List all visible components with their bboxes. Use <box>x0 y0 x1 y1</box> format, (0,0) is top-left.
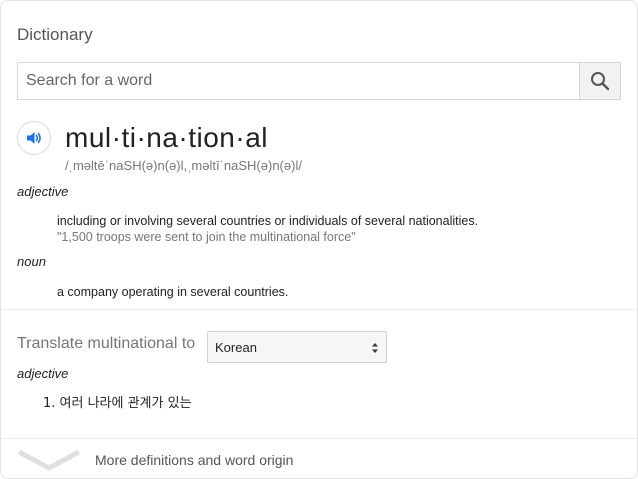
expand-chevron-icon[interactable] <box>17 448 81 472</box>
more-definitions-link[interactable]: More definitions and word origin <box>95 452 293 468</box>
section-divider <box>1 309 638 310</box>
footer-divider <box>1 438 638 439</box>
headword: mul·ti·na·tion·al <box>65 122 268 153</box>
part-of-speech: noun <box>17 254 46 269</box>
card-title: Dictionary <box>17 25 93 44</box>
phonetic: /ˌməltēˈnaSH(ə)n(ə)l,ˌməltīˈnaSH(ə)n(ə)l… <box>65 158 302 173</box>
definition: a company operating in several countries… <box>57 285 289 299</box>
definition: including or involving several countries… <box>57 214 479 228</box>
dictionary-card: Dictionary mul·ti·na·tion·al /ˌməltēˈnaS… <box>0 0 638 479</box>
translation-part-of-speech: adjective <box>17 366 69 381</box>
select-arrows-icon <box>372 343 378 353</box>
search-input[interactable] <box>18 63 579 99</box>
translate-label: Translate multinational to <box>17 335 196 352</box>
search-box <box>17 62 621 100</box>
part-of-speech: adjective <box>17 184 69 199</box>
translation-item: 1. 여러 나라에 관계가 있는 <box>43 396 192 411</box>
search-icon <box>591 72 610 91</box>
language-select[interactable]: Korean <box>207 331 387 363</box>
search-button[interactable] <box>579 63 620 99</box>
pronunciation-button[interactable] <box>17 121 51 155</box>
language-select-value: Korean <box>215 339 257 355</box>
speaker-icon <box>27 132 41 144</box>
example: "1,500 troops were sent to join the mult… <box>57 230 356 244</box>
